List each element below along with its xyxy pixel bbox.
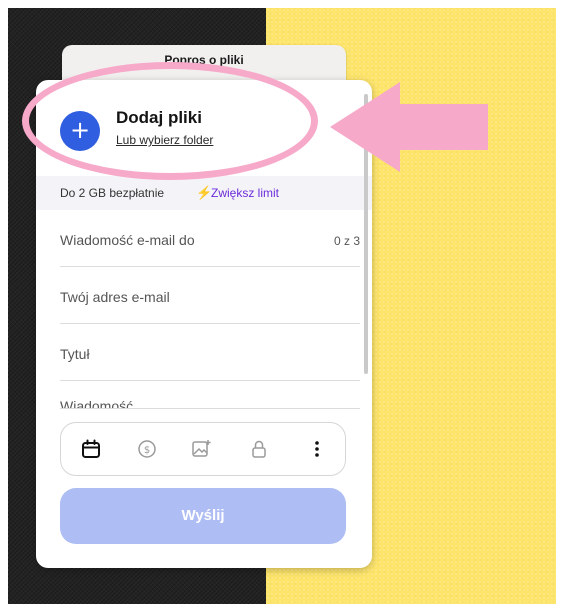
lock-icon[interactable] [247, 437, 271, 461]
increase-limit-link[interactable]: Zwiększ limit [211, 186, 279, 200]
dollar-icon[interactable]: $ [135, 437, 159, 461]
options-toolbar: $ [60, 422, 346, 476]
email-to-field[interactable]: Wiadomość e-mail do 0 z 3 [60, 210, 360, 267]
your-email-field[interactable]: Twój adres e-mail [60, 267, 360, 324]
image-icon[interactable] [189, 437, 213, 461]
request-files-label: Popros o pliki [164, 53, 244, 67]
message-field[interactable]: Wiadomość [60, 392, 360, 409]
add-files-title[interactable]: Dodaj pliki [116, 108, 202, 128]
pointer-arrow-annotation [330, 82, 488, 172]
free-limit-text: Do 2 GB bezpłatnie [60, 186, 165, 200]
more-vertical-icon[interactable] [305, 437, 329, 461]
lightning-icon: ⚡ [196, 185, 213, 200]
limit-bar: Do 2 GB bezpłatnie ⚡ Zwiększ limit [36, 176, 372, 210]
your-email-placeholder: Twój adres e-mail [60, 289, 170, 305]
select-folder-link[interactable]: Lub wybierz folder [116, 133, 213, 147]
message-placeholder: Wiadomość [60, 398, 134, 409]
email-to-placeholder: Wiadomość e-mail do [60, 232, 195, 248]
recipient-counter: 0 z 3 [333, 234, 360, 248]
send-button[interactable]: Wyślij [60, 488, 346, 544]
transfer-panel: + Dodaj pliki Lub wybierz folder Do 2 GB… [36, 80, 372, 568]
svg-text:$: $ [144, 445, 150, 456]
title-field[interactable]: Tytuł [60, 324, 360, 381]
calendar-icon[interactable] [79, 437, 103, 461]
title-placeholder: Tytuł [60, 346, 90, 362]
plus-icon: + [69, 116, 91, 144]
add-files-button[interactable]: + [60, 111, 100, 151]
add-files-section[interactable]: + Dodaj pliki Lub wybierz folder [36, 80, 372, 176]
